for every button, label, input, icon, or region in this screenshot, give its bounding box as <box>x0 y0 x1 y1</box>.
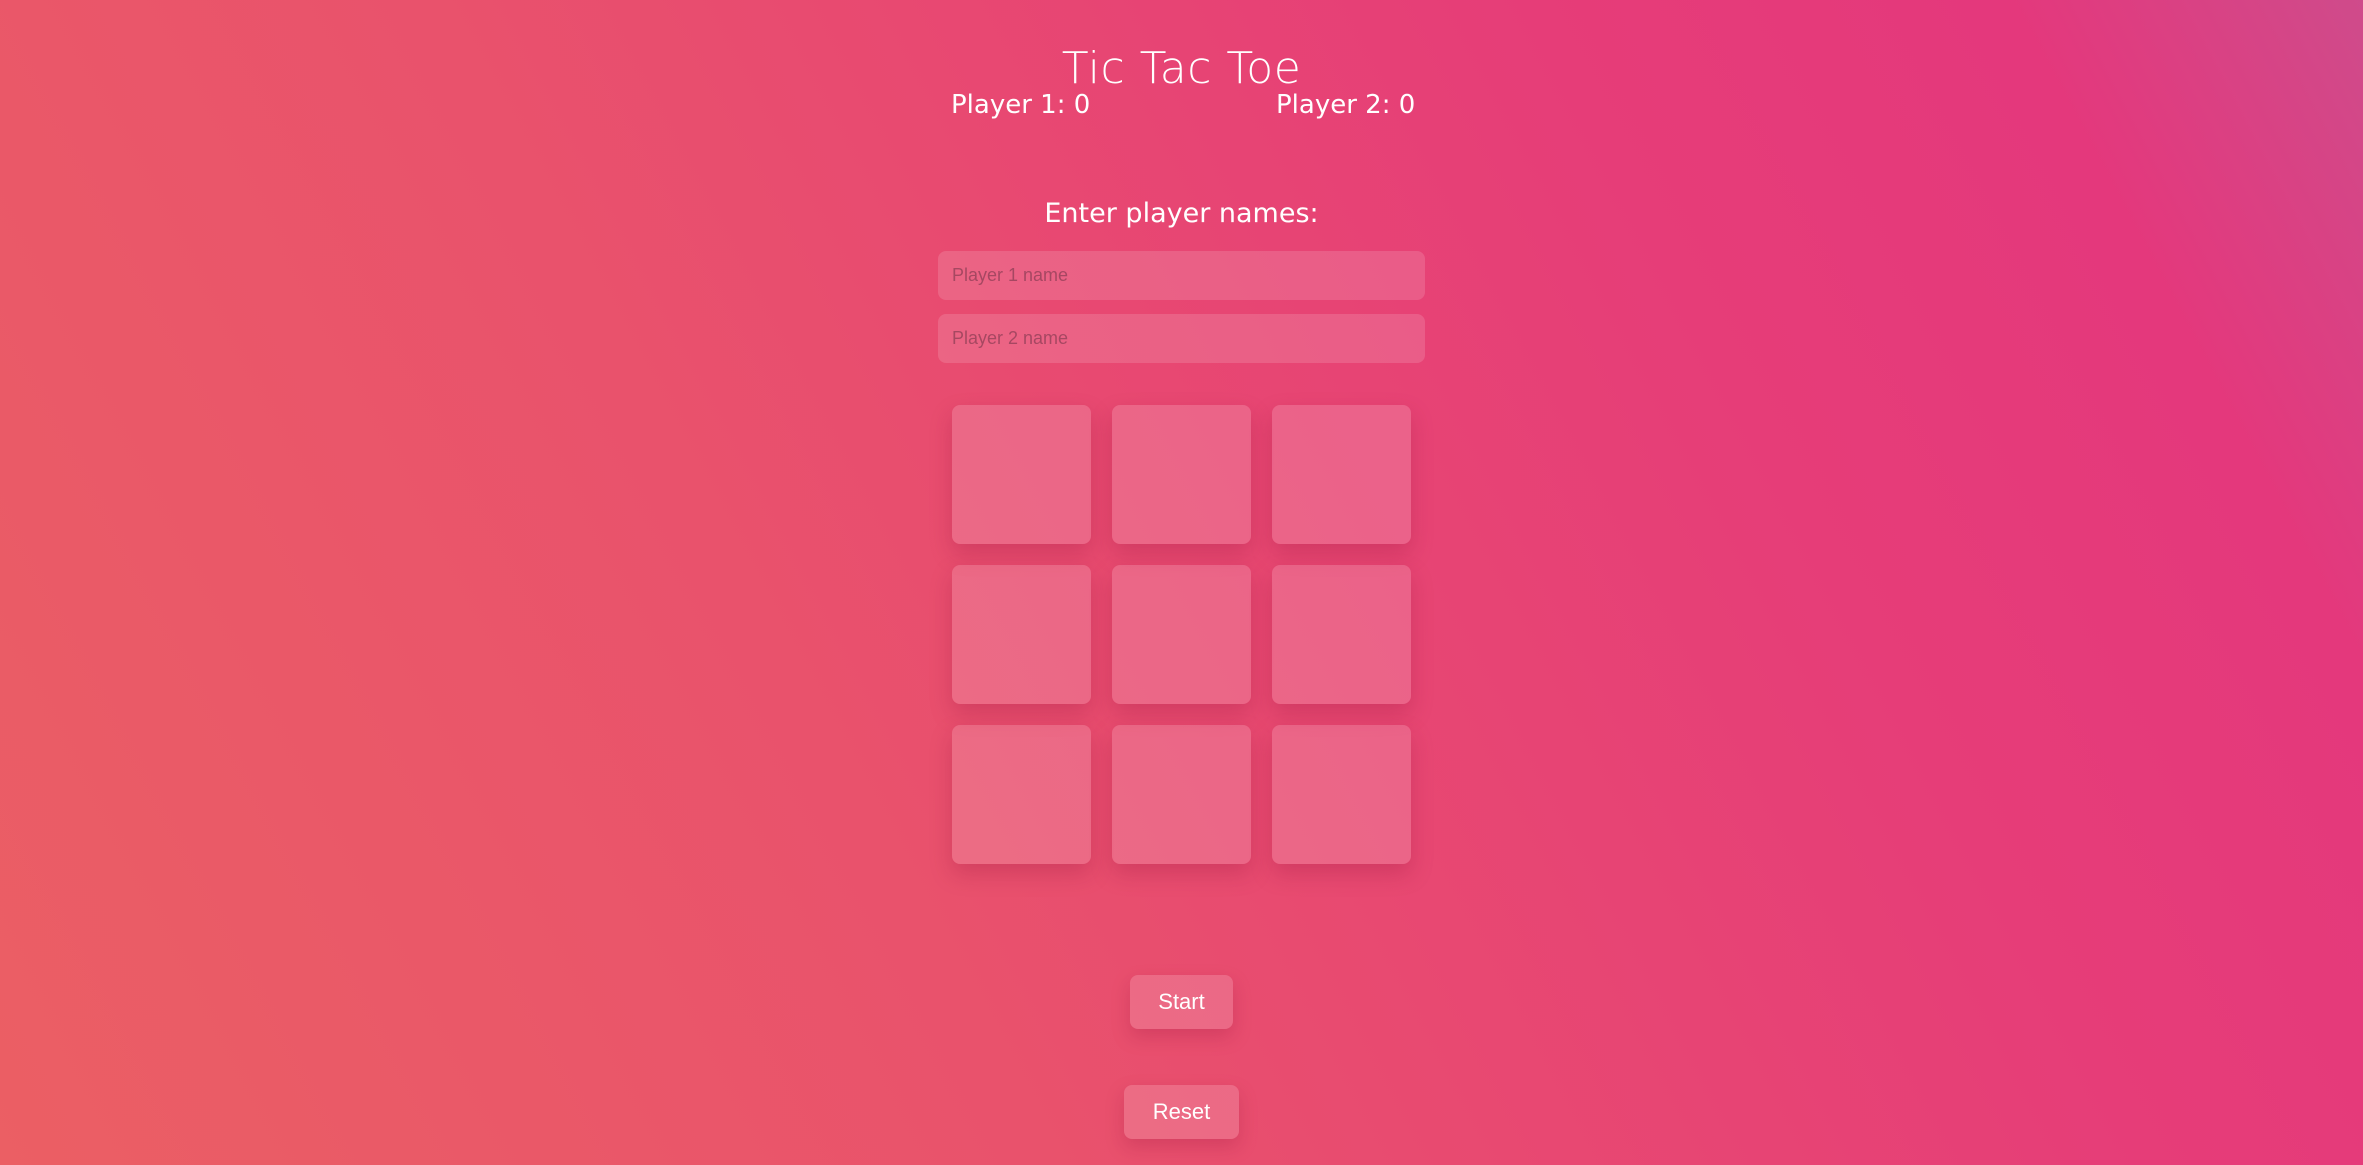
reset-button[interactable]: Reset <box>1124 1085 1239 1139</box>
player1-name-input[interactable] <box>938 251 1425 300</box>
start-button[interactable]: Start <box>1130 975 1233 1029</box>
board-cell-7[interactable] <box>952 725 1091 864</box>
board-cell-1[interactable] <box>952 405 1091 544</box>
board-cell-5[interactable] <box>1112 565 1251 704</box>
board-cell-6[interactable] <box>1272 565 1411 704</box>
enter-names-label: Enter player names: <box>1044 198 1319 229</box>
board-cell-9[interactable] <box>1272 725 1411 864</box>
player1-score: Player 1: 0 <box>951 90 1091 120</box>
game-board <box>952 405 1411 864</box>
player2-name-input[interactable] <box>938 314 1425 363</box>
page-title: Tic Tac Toe <box>1061 43 1302 95</box>
board-cell-4[interactable] <box>952 565 1091 704</box>
board-cell-2[interactable] <box>1112 405 1251 544</box>
board-cell-8[interactable] <box>1112 725 1251 864</box>
board-cell-3[interactable] <box>1272 405 1411 544</box>
player2-score: Player 2: 0 <box>1276 90 1416 120</box>
